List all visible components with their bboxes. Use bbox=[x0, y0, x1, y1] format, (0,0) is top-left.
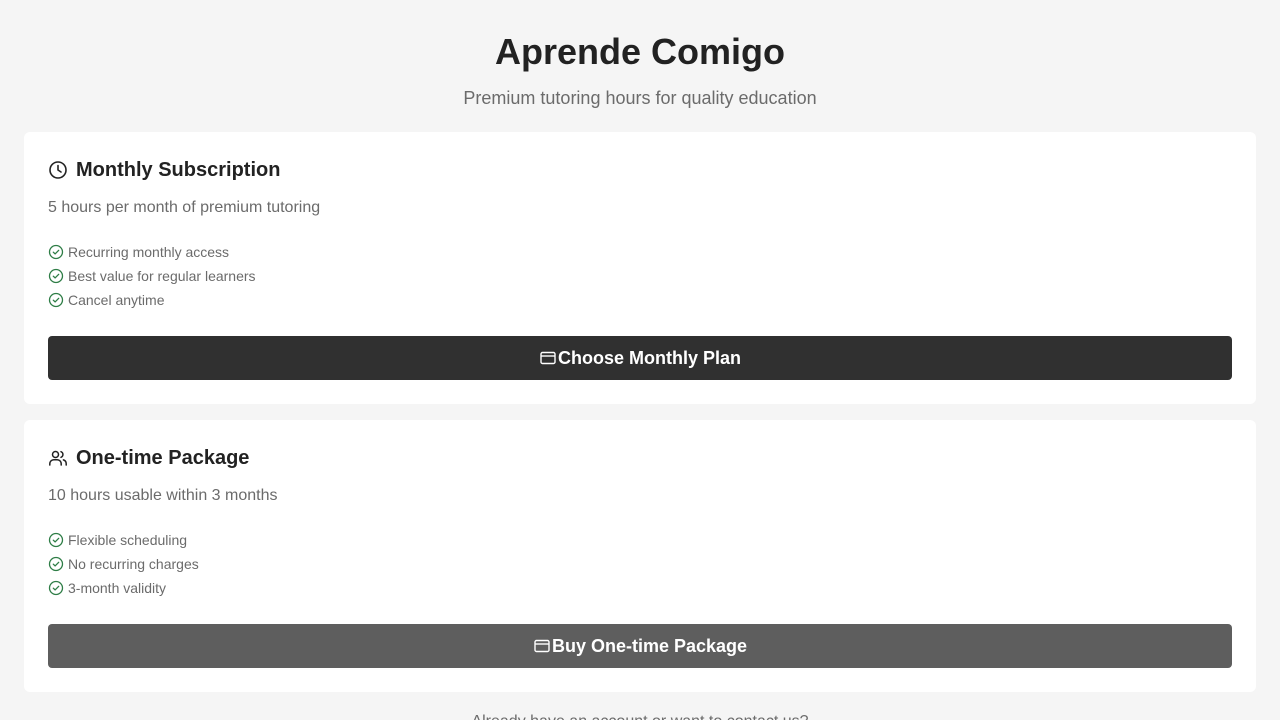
feature-item: Recurring monthly access bbox=[48, 240, 256, 264]
check-circle-icon bbox=[48, 532, 64, 548]
one-time-feature-list: Flexible scheduling No recurring charges… bbox=[48, 528, 199, 600]
page-title: Aprende Comigo bbox=[494, 31, 785, 72]
feature-item: Flexible scheduling bbox=[48, 528, 199, 552]
footer-text: Already have an account or want to conta… bbox=[0, 712, 1280, 720]
buy-one-time-package-button[interactable]: Buy One-time Package bbox=[48, 624, 1232, 668]
buy-one-time-package-label: Buy One-time Package bbox=[551, 635, 748, 656]
pricing-page: Aprende Comigo Premium tutoring hours fo… bbox=[0, 0, 1280, 720]
one-time-package-card: One-time Package 10 hours usable within … bbox=[24, 420, 1256, 692]
one-time-package-header: One-time Package bbox=[48, 446, 249, 470]
monthly-plan-description: 5 hours per month of premium tutoring bbox=[48, 199, 321, 216]
feature-item: 3-month validity bbox=[48, 576, 199, 600]
one-time-package-description: 10 hours usable within 3 months bbox=[48, 487, 278, 504]
monthly-plan-title: Monthly Subscription bbox=[76, 159, 281, 181]
feature-label: Cancel anytime bbox=[68, 292, 165, 308]
page-subtitle: Premium tutoring hours for quality educa… bbox=[463, 88, 817, 108]
users-icon bbox=[48, 448, 68, 468]
feature-label: Recurring monthly access bbox=[68, 244, 230, 260]
check-circle-icon bbox=[48, 292, 64, 308]
choose-monthly-plan-button[interactable]: Choose Monthly Plan bbox=[48, 336, 1232, 380]
monthly-feature-list: Recurring monthly access Best value for … bbox=[48, 240, 256, 312]
monthly-plan-header: Monthly Subscription bbox=[48, 158, 280, 182]
choose-monthly-plan-label: Choose Monthly Plan bbox=[557, 347, 741, 368]
monthly-plan-card: Monthly Subscription 5 hours per month o… bbox=[24, 132, 1256, 404]
feature-label: No recurring charges bbox=[68, 556, 199, 572]
check-circle-icon bbox=[48, 580, 64, 596]
feature-item: Best value for regular learners bbox=[48, 264, 256, 288]
feature-label: Flexible scheduling bbox=[68, 532, 188, 548]
feature-item: Cancel anytime bbox=[48, 288, 256, 312]
card-icon bbox=[533, 637, 551, 655]
check-circle-icon bbox=[48, 268, 64, 284]
check-circle-icon bbox=[48, 556, 64, 572]
clock-icon bbox=[48, 160, 68, 180]
check-circle-icon bbox=[48, 244, 64, 260]
feature-label: Best value for regular learners bbox=[68, 268, 256, 284]
card-icon bbox=[539, 349, 557, 367]
feature-item: No recurring charges bbox=[48, 552, 199, 576]
feature-label: 3-month validity bbox=[68, 580, 167, 596]
one-time-package-title: One-time Package bbox=[76, 447, 250, 469]
